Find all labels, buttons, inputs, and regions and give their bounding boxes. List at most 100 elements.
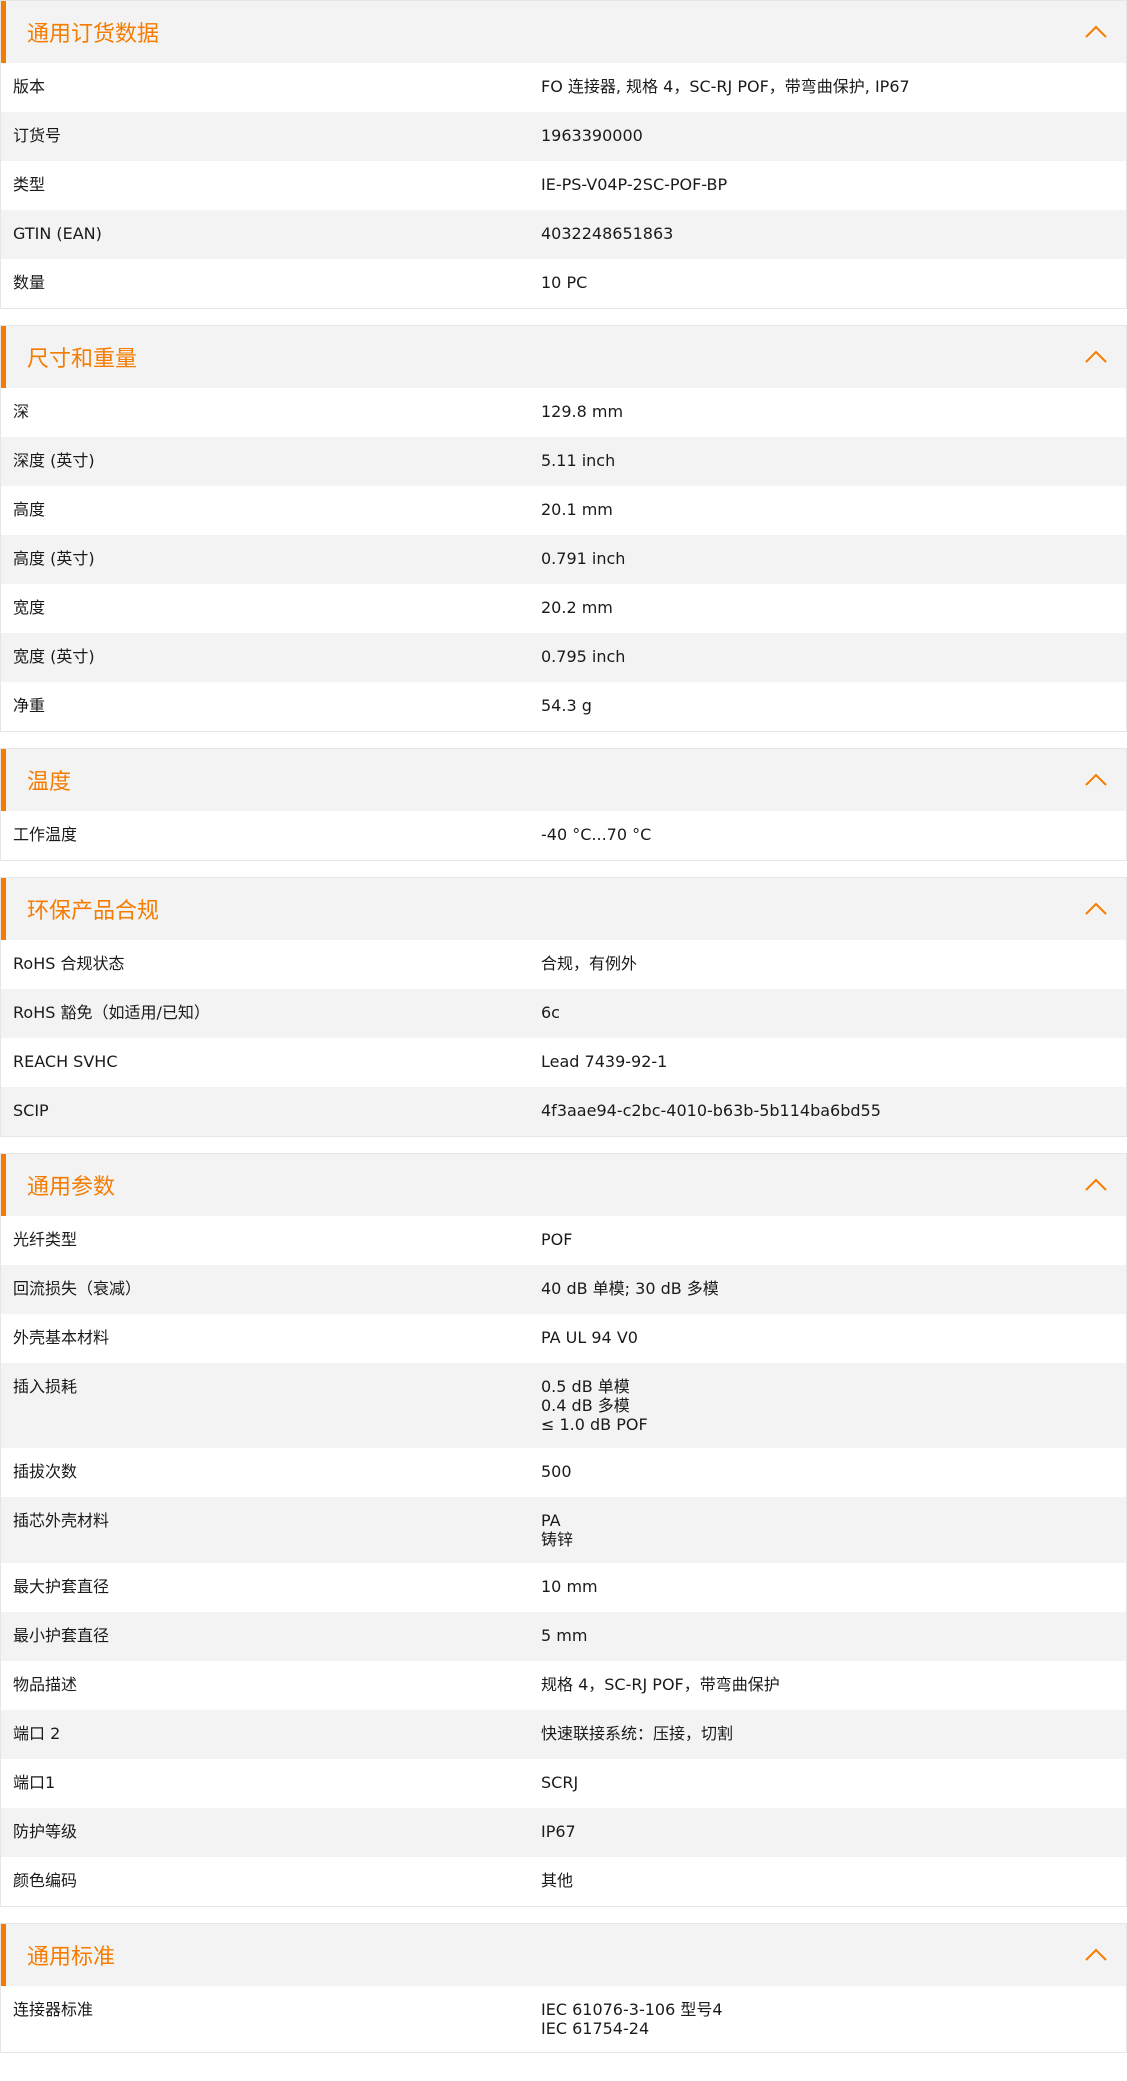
spec-label: 端口1 (13, 1773, 56, 1792)
section-header[interactable]: 尺寸和重量 (1, 326, 1126, 388)
spec-row: 连接器标准 IEC 61076-3-106 型号4 IEC 61754-24 (1, 1986, 1126, 2052)
chevron-up-icon[interactable] (1082, 766, 1110, 794)
spec-value: FO 连接器, 规格 4，SC-RJ POF，带弯曲保护, IP67 (541, 77, 910, 96)
spec-value: 快速联接系统：压接，切割 (541, 1724, 734, 1743)
spec-label: 宽度 (13, 598, 46, 617)
spec-section: 通用参数 光纤类型 POF 回流损失（衰减） 40 dB 单模; 30 dB 多… (0, 1153, 1127, 1907)
section-title: 温度 (27, 770, 72, 795)
spec-label: 防护等级 (13, 1822, 78, 1841)
section-header[interactable]: 温度 (1, 749, 1126, 811)
spec-label: 宽度 (英寸) (13, 647, 95, 666)
spec-section: 尺寸和重量 深 129.8 mm 深度 (英寸) 5.11 inch 高度 20… (0, 325, 1127, 732)
spec-label: 类型 (13, 175, 46, 194)
spec-value: 其他 (541, 1871, 574, 1890)
spec-row: 数量 10 PC (1, 259, 1126, 308)
section-title: 通用参数 (27, 1175, 116, 1200)
spec-label: 端口 2 (13, 1724, 61, 1743)
spec-label: 颜色编码 (13, 1871, 78, 1890)
spec-label: 深 (13, 402, 30, 421)
spec-label: 净重 (13, 696, 46, 715)
chevron-up-icon[interactable] (1082, 18, 1110, 46)
spec-value: IP67 (541, 1822, 576, 1841)
spec-row: REACH SVHC Lead 7439-92-1 (1, 1038, 1126, 1087)
spec-label: 回流损失（衰减） (13, 1279, 142, 1298)
spec-label: REACH SVHC (13, 1052, 118, 1071)
spec-row: 版本 FO 连接器, 规格 4，SC-RJ POF，带弯曲保护, IP67 (1, 63, 1126, 112)
spec-row: 高度 (英寸) 0.791 inch (1, 535, 1126, 584)
spec-value: PA 铸锌 (541, 1511, 574, 1549)
spec-row: 净重 54.3 g (1, 682, 1126, 731)
chevron-up-icon[interactable] (1082, 1171, 1110, 1199)
spec-label: 插拔次数 (13, 1462, 78, 1481)
spec-value: Lead 7439-92-1 (541, 1052, 668, 1071)
spec-value: 1963390000 (541, 126, 643, 145)
spec-row: 深 129.8 mm (1, 388, 1126, 437)
spec-value: 合规，有例外 (541, 954, 638, 973)
chevron-up-icon-graphic (1085, 25, 1107, 38)
spec-label: SCIP (13, 1101, 49, 1120)
spec-label: 光纤类型 (13, 1230, 78, 1249)
section-rows: 连接器标准 IEC 61076-3-106 型号4 IEC 61754-24 (1, 1986, 1126, 2052)
chevron-up-icon-graphic (1085, 1178, 1107, 1191)
spec-row: 宽度 20.2 mm (1, 584, 1126, 633)
spec-row: 颜色编码 其他 (1, 1857, 1126, 1906)
spec-row: 端口 2 快速联接系统：压接，切割 (1, 1710, 1126, 1759)
section-rows: 光纤类型 POF 回流损失（衰减） 40 dB 单模; 30 dB 多模 外壳基… (1, 1216, 1126, 1906)
spec-label: 插芯外壳材料 (13, 1511, 110, 1530)
spec-label: 最小护套直径 (13, 1626, 110, 1645)
chevron-up-icon[interactable] (1082, 895, 1110, 923)
section-rows: 版本 FO 连接器, 规格 4，SC-RJ POF，带弯曲保护, IP67 订货… (1, 63, 1126, 308)
spec-row: 插入损耗 0.5 dB 单模 0.4 dB 多模 ≤ 1.0 dB POF (1, 1363, 1126, 1448)
spec-row: 回流损失（衰减） 40 dB 单模; 30 dB 多模 (1, 1265, 1126, 1314)
spec-value: 规格 4，SC-RJ POF，带弯曲保护 (541, 1675, 780, 1694)
spec-value: 4f3aae94-c2bc-4010-b63b-5b114ba6bd55 (541, 1101, 881, 1120)
section-title: 通用订货数据 (27, 22, 160, 47)
spec-row: SCIP 4f3aae94-c2bc-4010-b63b-5b114ba6bd5… (1, 1087, 1126, 1136)
spec-row: 最大护套直径 10 mm (1, 1563, 1126, 1612)
spec-label: 插入损耗 (13, 1377, 78, 1396)
section-header[interactable]: 通用订货数据 (1, 1, 1126, 63)
spec-row: 插芯外壳材料 PA 铸锌 (1, 1497, 1126, 1563)
spec-value: 5.11 inch (541, 451, 616, 470)
section-title: 通用标准 (27, 1945, 116, 1970)
spec-label: 深度 (英寸) (13, 451, 95, 470)
spec-row: 宽度 (英寸) 0.795 inch (1, 633, 1126, 682)
section-header[interactable]: 通用参数 (1, 1154, 1126, 1216)
spec-value: IEC 61076-3-106 型号4 IEC 61754-24 (541, 2000, 723, 2038)
chevron-up-icon-graphic (1085, 350, 1107, 363)
spec-section: 通用标准 连接器标准 IEC 61076-3-106 型号4 IEC 61754… (0, 1923, 1127, 2053)
spec-value: 500 (541, 1462, 572, 1481)
spec-row: 光纤类型 POF (1, 1216, 1126, 1265)
spec-page: 通用订货数据 版本 FO 连接器, 规格 4，SC-RJ POF，带弯曲保护, … (0, 0, 1127, 2053)
spec-label: 最大护套直径 (13, 1577, 110, 1596)
chevron-up-icon[interactable] (1082, 1941, 1110, 1969)
spec-row: 端口1 SCRJ (1, 1759, 1126, 1808)
spec-value: SCRJ (541, 1773, 579, 1792)
spec-row: 深度 (英寸) 5.11 inch (1, 437, 1126, 486)
chevron-up-icon-graphic (1085, 902, 1107, 915)
spec-value: 6c (541, 1003, 560, 1022)
spec-value: 40 dB 单模; 30 dB 多模 (541, 1279, 719, 1298)
spec-row: 物品描述 规格 4，SC-RJ POF，带弯曲保护 (1, 1661, 1126, 1710)
spec-label: 高度 (13, 500, 46, 519)
spec-label: 物品描述 (13, 1675, 78, 1694)
chevron-up-icon-graphic (1085, 1948, 1107, 1961)
spec-label: RoHS 豁免（如适用/已知） (13, 1003, 210, 1022)
spec-label: 订货号 (13, 126, 62, 145)
chevron-up-icon[interactable] (1082, 343, 1110, 371)
spec-row: RoHS 合规状态 合规，有例外 (1, 940, 1126, 989)
spec-label: 版本 (13, 77, 46, 96)
spec-row: 订货号 1963390000 (1, 112, 1126, 161)
section-title: 尺寸和重量 (27, 347, 138, 372)
section-header[interactable]: 环保产品合规 (1, 878, 1126, 940)
spec-row: 高度 20.1 mm (1, 486, 1126, 535)
spec-label: 数量 (13, 273, 46, 292)
spec-value: PA UL 94 V0 (541, 1328, 638, 1347)
spec-value: 0.791 inch (541, 549, 626, 568)
spec-label: RoHS 合规状态 (13, 954, 125, 973)
section-header[interactable]: 通用标准 (1, 1924, 1126, 1986)
chevron-up-icon-graphic (1085, 773, 1107, 786)
spec-label: 外壳基本材料 (13, 1328, 110, 1347)
spec-value: 20.1 mm (541, 500, 613, 519)
spec-label: 工作温度 (13, 825, 78, 844)
